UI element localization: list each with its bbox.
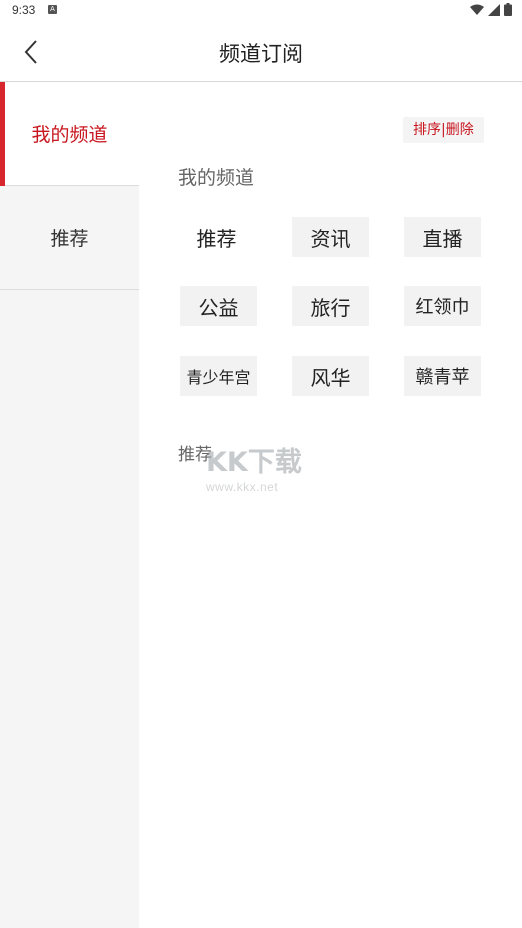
app-header: 频道订阅 — [0, 22, 522, 82]
sort-delete-button[interactable]: 排序|删除 — [403, 117, 484, 143]
sidebar-item-label: 我的频道 — [31, 124, 108, 146]
sidebar-item-my-channels[interactable]: 我的频道 — [0, 82, 139, 186]
channel-chip-fenghua[interactable]: 风华 — [292, 356, 369, 396]
page-title: 频道订阅 — [219, 42, 303, 66]
watermark: KK下载 www.kkx.net — [198, 438, 328, 498]
my-channels-heading: 我的频道 — [178, 167, 255, 189]
wifi-icon — [470, 4, 484, 15]
watermark-text: KK下载 — [206, 447, 302, 478]
channel-chip-live[interactable]: 直播 — [404, 217, 481, 257]
channel-chip-travel[interactable]: 旅行 — [292, 286, 369, 326]
status-time: 9:33 — [12, 3, 36, 17]
channel-chip-youth-palace[interactable]: 青少年宫 — [180, 356, 257, 396]
sidebar: 我的频道 推荐 — [0, 82, 139, 928]
signal-icon — [488, 3, 500, 16]
notification-letter-icon: A — [48, 5, 57, 14]
status-bar: 9:33 A — [0, 0, 522, 22]
watermark-url: www.kkx.net — [206, 480, 279, 494]
channel-grid: 推荐 资讯 直播 公益 旅行 红领巾 青少年宫 风华 赣青苹 — [178, 217, 484, 407]
main-panel: 排序|删除 我的频道 推荐 资讯 直播 公益 旅行 红领巾 青少年宫 风华 赣青… — [139, 82, 522, 928]
channel-chip-news[interactable]: 资讯 — [292, 217, 369, 257]
channel-chip-charity[interactable]: 公益 — [180, 286, 257, 326]
status-icons — [470, 3, 512, 16]
channel-chip-ganqingping[interactable]: 赣青苹 — [404, 356, 481, 396]
channel-chip-recommend[interactable]: 推荐 — [178, 217, 255, 257]
battery-icon — [504, 3, 512, 16]
sidebar-item-recommend[interactable]: 推荐 — [0, 186, 139, 290]
sidebar-item-label: 推荐 — [50, 228, 89, 250]
channel-chip-red-scarf[interactable]: 红领巾 — [404, 286, 481, 326]
